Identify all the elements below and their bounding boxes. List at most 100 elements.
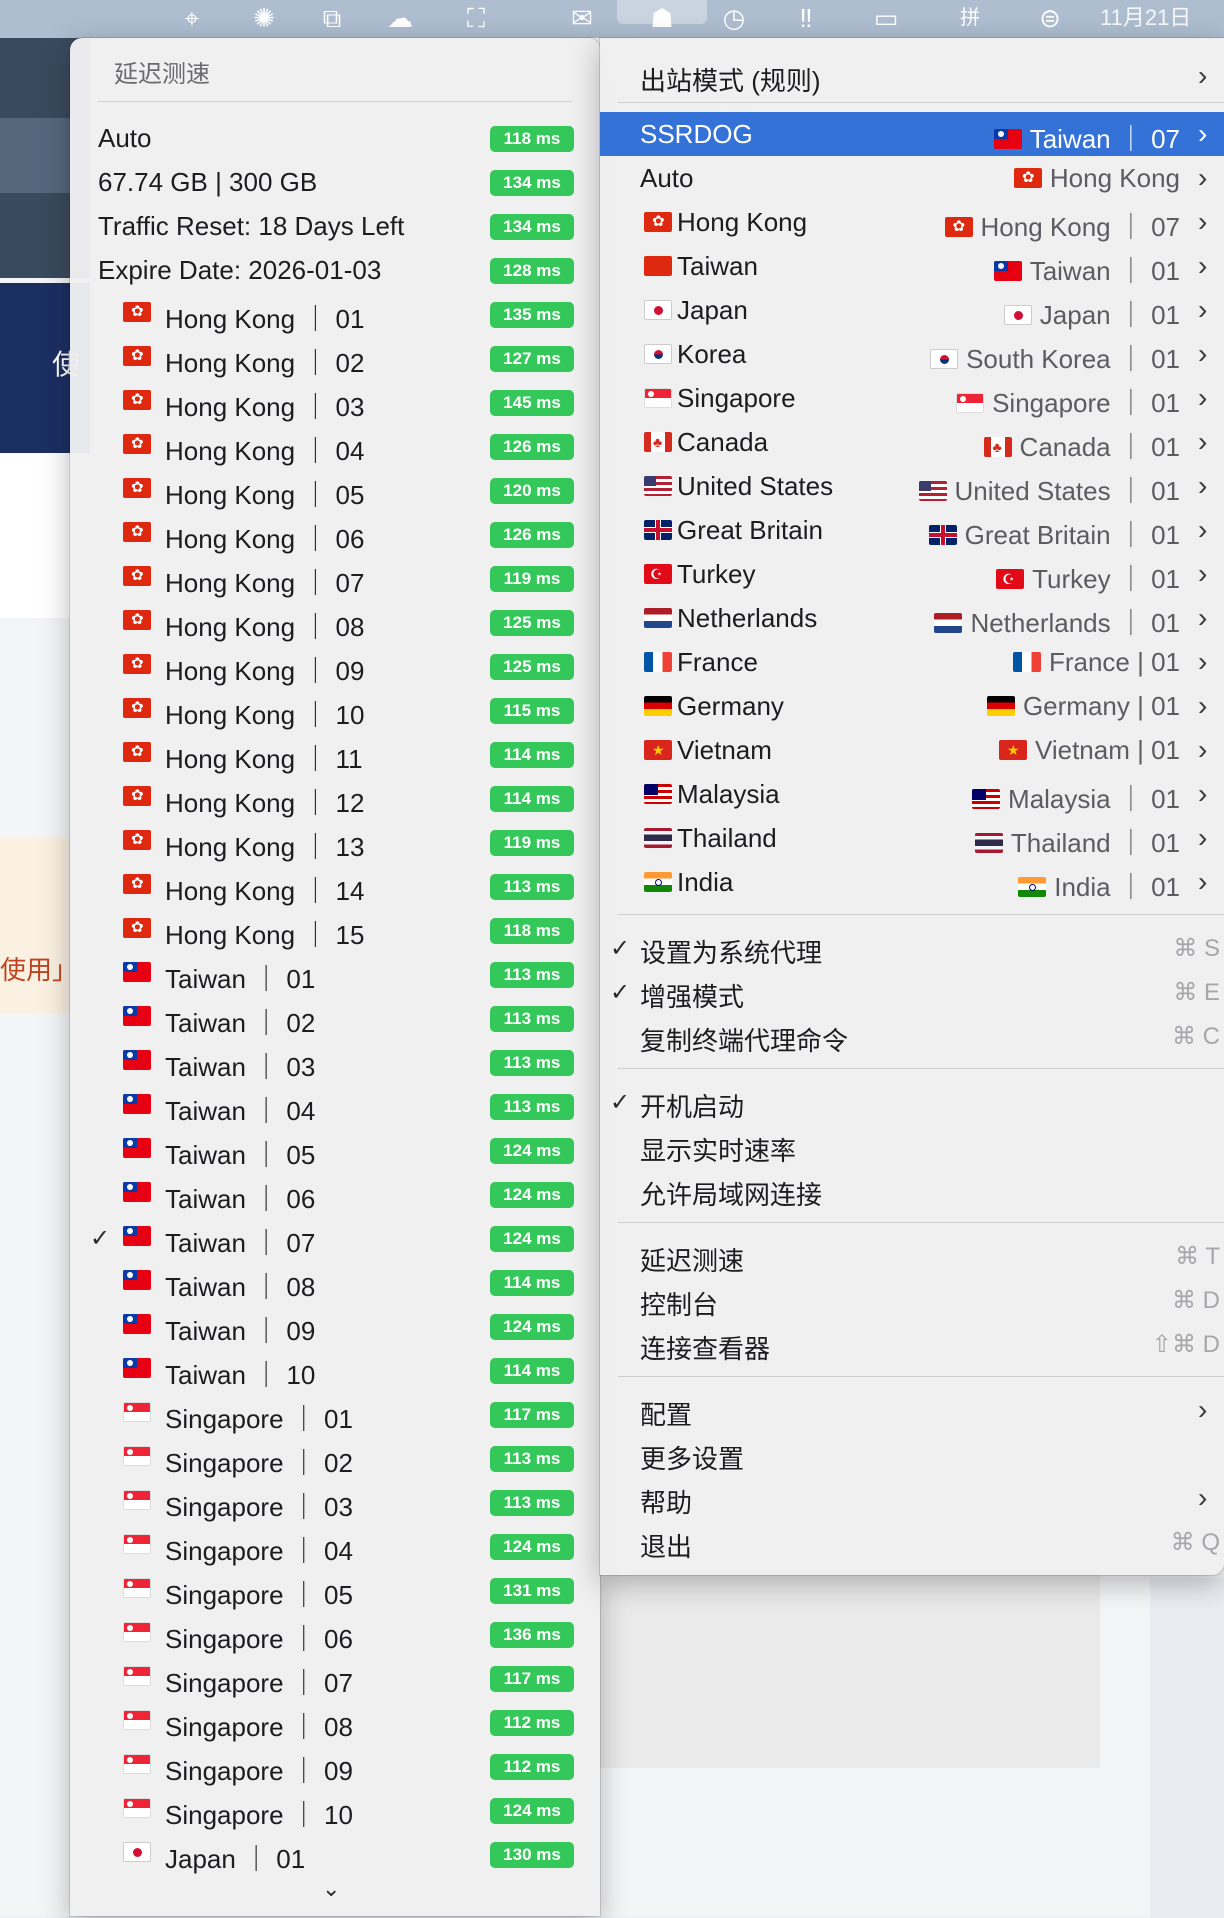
proxy-node-item[interactable]: Auto 118 ms xyxy=(70,116,600,160)
proxy-node-item[interactable]: Singapore ｜ 10 124 ms xyxy=(70,1788,600,1832)
proxy-node-item[interactable]: Singapore ｜ 05 131 ms xyxy=(70,1568,600,1612)
proxy-node-item[interactable]: Hong Kong ｜ 12 114 ms xyxy=(70,776,600,820)
proxy-node-item[interactable]: Singapore ｜ 07 117 ms xyxy=(70,1656,600,1700)
flag-gb-icon xyxy=(644,520,672,540)
proxy-group-auto[interactable]: Auto Hong Kong › xyxy=(600,156,1224,200)
proxy-node-item[interactable]: Hong Kong ｜ 10 115 ms xyxy=(70,688,600,732)
battery-icon[interactable]: ▭ xyxy=(872,4,900,32)
input-method-icon[interactable]: 拼 xyxy=(956,4,984,32)
misc-item[interactable]: 更多设置 xyxy=(600,1432,1224,1476)
menubar-clock[interactable]: 11月21日 xyxy=(1100,0,1191,32)
proxy-group-korea[interactable]: Korea South Korea ｜ 01 › xyxy=(600,332,1224,376)
proxy-group-great-britain[interactable]: Great Britain Great Britain ｜ 01 › xyxy=(600,508,1224,552)
proxy-node-item[interactable]: Hong Kong ｜ 15 118 ms xyxy=(70,908,600,952)
proxy-node-item[interactable]: Hong Kong ｜ 02 127 ms xyxy=(70,336,600,380)
checkmark-icon: ✓ xyxy=(90,1225,111,1252)
proxy-node-item[interactable]: 67.74 GB | 300 GB 134 ms xyxy=(70,160,600,204)
gps-icon[interactable]: ⌖ xyxy=(178,4,206,32)
proxy-node-item[interactable]: Hong Kong ｜ 09 125 ms xyxy=(70,644,600,688)
proxy-group-netherlands[interactable]: Netherlands Netherlands ｜ 01 › xyxy=(600,596,1224,640)
misc-item[interactable]: 帮助 › xyxy=(600,1476,1224,1520)
proxy-node-item[interactable]: Taiwan ｜ 02 113 ms xyxy=(70,996,600,1040)
flag-jp-icon xyxy=(123,1842,151,1862)
proxy-group-hong-kong[interactable]: Hong Kong Hong Kong ｜ 07 › xyxy=(600,200,1224,244)
proxy-group-thailand[interactable]: Thailand Thailand ｜ 01 › xyxy=(600,816,1224,860)
proxy-node-item[interactable]: Taiwan ｜ 09 124 ms xyxy=(70,1304,600,1348)
proxy-group-germany[interactable]: Germany Germany | 01 › xyxy=(600,684,1224,728)
latency-badge: 112 ms xyxy=(490,1710,574,1736)
proxy-node-item[interactable]: Singapore ｜ 01 117 ms xyxy=(70,1392,600,1436)
latency-test-header[interactable]: 延迟测速 xyxy=(114,54,210,89)
tool-item[interactable]: 控制台 ⌘ D xyxy=(600,1278,1224,1322)
proxy-node-item[interactable]: Hong Kong ｜ 14 113 ms xyxy=(70,864,600,908)
setting-item[interactable]: 允许局域网连接 xyxy=(600,1168,1224,1212)
proxy-node-item[interactable]: Expire Date: 2026-01-03 128 ms xyxy=(70,248,600,292)
proxy-node-item[interactable]: Hong Kong ｜ 03 145 ms xyxy=(70,380,600,424)
proxy-node-item[interactable]: Traffic Reset: 18 Days Left 134 ms xyxy=(70,204,600,248)
proxy-node-item[interactable]: Taiwan ｜ 03 113 ms xyxy=(70,1040,600,1084)
proxy-group-france[interactable]: France France | 01 › xyxy=(600,640,1224,684)
menu-separator xyxy=(618,1068,1224,1069)
tool-item[interactable]: 延迟测速 ⌘ T xyxy=(600,1234,1224,1278)
proxy-group-japan[interactable]: Japan Japan ｜ 01 › xyxy=(600,288,1224,332)
proxy-node-item[interactable]: Hong Kong ｜ 06 126 ms xyxy=(70,512,600,556)
proxy-node-item[interactable]: Taiwan ｜ 04 113 ms xyxy=(70,1084,600,1128)
screenshot-icon[interactable]: ⧉ xyxy=(318,4,346,32)
proxy-group-united-states[interactable]: United States United States ｜ 01 › xyxy=(600,464,1224,508)
setting-item[interactable]: 显示实时速率 xyxy=(600,1124,1224,1168)
proxy-group-singapore[interactable]: Singapore Singapore ｜ 01 › xyxy=(600,376,1224,420)
proxy-node-item[interactable]: Singapore ｜ 08 112 ms xyxy=(70,1700,600,1744)
proxy-node-item[interactable]: Hong Kong ｜ 07 119 ms xyxy=(70,556,600,600)
proxy-group-india[interactable]: India India ｜ 01 › xyxy=(600,860,1224,904)
proxy-group-malaysia[interactable]: Malaysia Malaysia ｜ 01 › xyxy=(600,772,1224,816)
proxy-node-item[interactable]: Hong Kong ｜ 08 125 ms xyxy=(70,600,600,644)
setting-item[interactable]: ✓ 设置为系统代理 ⌘ S xyxy=(600,926,1224,970)
misc-item[interactable]: 退出 ⌘ Q xyxy=(600,1520,1224,1564)
proxy-group-taiwan[interactable]: Taiwan Taiwan ｜ 01 › xyxy=(600,244,1224,288)
proxy-node-item[interactable]: Taiwan ｜ 01 113 ms xyxy=(70,952,600,996)
proxy-node-item[interactable]: Taiwan ｜ 10 114 ms xyxy=(70,1348,600,1392)
proxy-group-turkey[interactable]: Turkey Turkey ｜ 01 › xyxy=(600,552,1224,596)
cloud-icon[interactable]: ☁ xyxy=(386,4,414,32)
proxy-node-item[interactable]: Singapore ｜ 02 113 ms xyxy=(70,1436,600,1480)
proxy-node-item[interactable]: Singapore ｜ 04 124 ms xyxy=(70,1524,600,1568)
selected-node-text: United States ｜ 01 xyxy=(954,476,1180,506)
menu-separator xyxy=(618,1222,1224,1223)
control-center-icon[interactable]: ⊜ xyxy=(1036,4,1064,32)
proxy-node-item[interactable]: Taiwan ｜ 06 124 ms xyxy=(70,1172,600,1216)
exclamation-icon[interactable]: ‼ xyxy=(792,4,820,32)
openai-icon[interactable]: ✺ xyxy=(250,4,278,32)
proxy-node-item[interactable]: Singapore ｜ 03 113 ms xyxy=(70,1480,600,1524)
proxy-node-item[interactable]: Hong Kong ｜ 05 120 ms xyxy=(70,468,600,512)
proxy-node-item[interactable]: Singapore ｜ 06 136 ms xyxy=(70,1612,600,1656)
tool-item[interactable]: 连接查看器 ⇧⌘ D xyxy=(600,1322,1224,1366)
flag-ca-icon xyxy=(983,437,1012,457)
latency-badge: 128 ms xyxy=(490,258,574,284)
proxy-node-item[interactable]: Hong Kong ｜ 11 114 ms xyxy=(70,732,600,776)
misc-item[interactable]: 配置 › xyxy=(600,1388,1224,1432)
proxy-group-vietnam[interactable]: Vietnam Vietnam | 01 › xyxy=(600,728,1224,772)
proxy-node-item[interactable]: Hong Kong ｜ 13 119 ms xyxy=(70,820,600,864)
flag-nl-icon xyxy=(644,608,672,628)
clock-icon[interactable]: ◷ xyxy=(720,4,748,32)
proxy-node-item[interactable]: Taiwan ｜ 08 114 ms xyxy=(70,1260,600,1304)
setting-item[interactable]: 复制终端代理命令 ⌘ C xyxy=(600,1014,1224,1058)
setting-item[interactable]: ✓ 增强模式 ⌘ E xyxy=(600,970,1224,1014)
proxy-node-item[interactable]: Taiwan ｜ 05 124 ms xyxy=(70,1128,600,1172)
proxy-app-icon[interactable]: ☗ xyxy=(648,4,676,32)
wechat-icon[interactable]: ✉ xyxy=(568,4,596,32)
proxy-node-item[interactable]: Hong Kong ｜ 01 135 ms xyxy=(70,292,600,336)
chevron-right-icon: › xyxy=(1198,338,1208,369)
proxy-node-item[interactable]: Singapore ｜ 09 112 ms xyxy=(70,1744,600,1788)
chevron-down-icon[interactable]: ⌄ xyxy=(322,1876,340,1902)
proxy-node-item[interactable]: ✓ Taiwan ｜ 07 124 ms xyxy=(70,1216,600,1260)
proxy-group-ssrdog[interactable]: SSRDOG Taiwan ｜ 07 › xyxy=(600,112,1224,156)
setting-item[interactable]: ✓ 开机启动 xyxy=(600,1080,1224,1124)
proxy-node-item[interactable]: Hong Kong ｜ 04 126 ms xyxy=(70,424,600,468)
background-notice-text: 使用」 xyxy=(0,955,79,985)
outbound-mode-item[interactable]: 出站模式 (规则) › xyxy=(600,54,1224,98)
proxy-group-canada[interactable]: Canada Canada ｜ 01 › xyxy=(600,420,1224,464)
proxy-node-item[interactable]: Japan ｜ 01 130 ms xyxy=(70,1832,600,1876)
selected-node-value: United States ｜ 01 xyxy=(918,471,1180,508)
network-icon[interactable]: ⛶ xyxy=(462,4,490,32)
